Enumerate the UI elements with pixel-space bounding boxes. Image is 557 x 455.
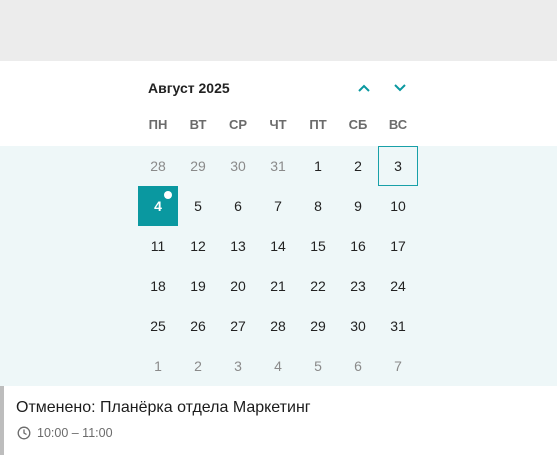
calendar-day-today[interactable]: 4 [138,186,178,226]
calendar-day[interactable]: 24 [378,266,418,306]
calendar-day-focused[interactable]: 3 [378,146,418,186]
calendar-day[interactable]: 20 [218,266,258,306]
calendar-day[interactable]: 15 [298,226,338,266]
calendar-day[interactable]: 1 [138,346,178,386]
calendar-day[interactable]: 13 [218,226,258,266]
calendar-day[interactable]: 5 [178,186,218,226]
clock-icon [17,426,31,440]
event-item[interactable]: Отменено: Планёрка отдела Маркетинг 10:0… [0,386,557,455]
calendar-day[interactable]: 6 [338,346,378,386]
calendar-day[interactable]: 25 [138,306,178,346]
calendar-day[interactable]: 18 [138,266,178,306]
calendar-day[interactable]: 17 [378,226,418,266]
calendar-day[interactable]: 4 [258,346,298,386]
event-time: 10:00 – 11:00 [37,426,113,440]
calendar-day[interactable]: 1 [298,146,338,186]
event-title: Отменено: Планёрка отдела Маркетинг [16,399,311,416]
calendar-grid-area: 28 29 30 31 1 2 3 4 5 6 7 8 9 10 11 12 13 14 15 16 17 18 19 20 2… [0,146,557,386]
calendar-day[interactable]: 7 [378,346,418,386]
calendar-day[interactable]: 11 [138,226,178,266]
weekday-header: ПН ВТ СР ЧТ ПТ СБ ВС [138,117,418,132]
chevron-up-icon [358,84,370,92]
calendar-day[interactable]: 6 [218,186,258,226]
calendar-day[interactable]: 21 [258,266,298,306]
calendar-day[interactable]: 30 [338,306,378,346]
calendar-day[interactable]: 14 [258,226,298,266]
calendar-day[interactable]: 30 [218,146,258,186]
calendar-day[interactable]: 26 [178,306,218,346]
calendar-day[interactable]: 9 [338,186,378,226]
weekday-label: СР [228,117,248,132]
calendar-day[interactable]: 12 [178,226,218,266]
event-time-row: 10:00 – 11:00 [17,426,113,440]
calendar-day[interactable]: 23 [338,266,378,306]
calendar-day[interactable]: 7 [258,186,298,226]
previous-month-button[interactable] [354,78,374,98]
calendar-day[interactable]: 3 [218,346,258,386]
calendar-day[interactable]: 22 [298,266,338,306]
weekday-label: ПН [148,117,168,132]
weekday-label: СБ [348,117,368,132]
chevron-down-icon [394,84,406,92]
weekday-label: ВС [388,117,408,132]
weekday-label: ПТ [309,117,327,132]
month-title: Август 2025 [148,80,230,96]
calendar-day[interactable]: 16 [338,226,378,266]
calendar-day[interactable]: 19 [178,266,218,306]
calendar-day[interactable]: 28 [258,306,298,346]
weekday-label: ВТ [189,117,207,132]
event-indicator-dot [164,191,172,199]
calendar-day[interactable]: 31 [258,146,298,186]
calendar-day[interactable]: 2 [338,146,378,186]
calendar-day[interactable]: 29 [178,146,218,186]
calendar-day[interactable]: 29 [298,306,338,346]
calendar-day[interactable]: 5 [298,346,338,386]
weekday-label: ЧТ [269,117,287,132]
calendar-header: Август 2025 ПН ВТ СР ЧТ ПТ СБ ВС [0,61,557,146]
calendar-day[interactable]: 28 [138,146,178,186]
next-month-button[interactable] [390,78,410,98]
calendar-day[interactable]: 27 [218,306,258,346]
calendar-day[interactable]: 31 [378,306,418,346]
calendar-grid: 28 29 30 31 1 2 3 4 5 6 7 8 9 10 11 12 13 14 15 16 17 18 19 20 2… [138,146,418,386]
calendar-day[interactable]: 8 [298,186,338,226]
calendar-day[interactable]: 2 [178,346,218,386]
calendar-day[interactable]: 10 [378,186,418,226]
top-band [0,0,557,61]
